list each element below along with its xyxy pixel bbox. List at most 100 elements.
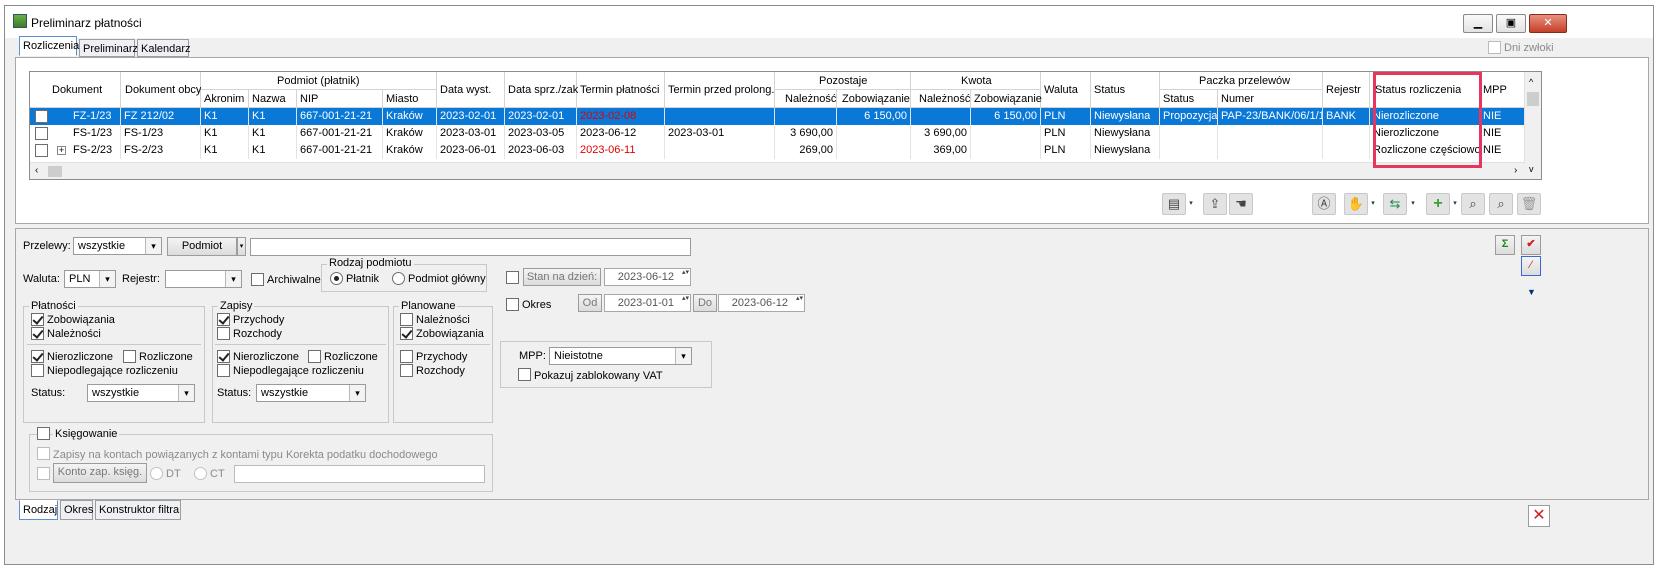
- col-poz-naleznosc[interactable]: Należność: [785, 93, 836, 105]
- chevron-down-icon[interactable]: ▾: [1451, 193, 1459, 215]
- podmiot-dropdown-icon[interactable]: ▾: [237, 237, 246, 256]
- col-data-wyst[interactable]: Data wyst.: [440, 84, 491, 96]
- zap-nierozliczone-checkbox[interactable]: [217, 350, 230, 363]
- tab-rozliczenia[interactable]: Rozliczenia: [19, 36, 79, 56]
- platnik-radio[interactable]: [330, 272, 343, 285]
- expand-icon[interactable]: +: [57, 146, 66, 155]
- chevron-down-icon[interactable]: ▾: [1409, 193, 1417, 215]
- col-mpp[interactable]: MPP: [1483, 84, 1507, 96]
- scroll-left-icon[interactable]: ‹: [35, 165, 38, 176]
- col-rejestr[interactable]: Rejestr: [1326, 84, 1361, 96]
- col-data-sprz[interactable]: Data sprz./zak: [508, 84, 578, 96]
- col-miasto[interactable]: Miasto: [386, 93, 418, 105]
- export-icon[interactable]: ⇪: [1203, 193, 1227, 215]
- od-date-field[interactable]: 2023-01-01: [604, 294, 691, 312]
- auto-icon[interactable]: Ⓐ: [1312, 193, 1336, 215]
- col-dokument[interactable]: Dokument: [52, 84, 102, 96]
- plat-status-select[interactable]: wszystkie ▾: [87, 384, 195, 402]
- sum-icon[interactable]: Σ: [1495, 235, 1515, 255]
- konto-field[interactable]: [234, 465, 485, 483]
- zap-niepodlegajace-checkbox[interactable]: [217, 364, 230, 377]
- mpp-select[interactable]: Nieistotne ▾: [549, 347, 692, 365]
- chevron-down-icon[interactable]: ▾: [1187, 193, 1195, 215]
- podmiot-glowny-radio[interactable]: [392, 272, 405, 285]
- arrow-down-icon[interactable]: ▼: [1527, 288, 1541, 297]
- col-paczka-numer[interactable]: Numer: [1221, 93, 1254, 105]
- plat-zobowiazania-checkbox[interactable]: [31, 313, 44, 326]
- scroll-up-icon[interactable]: ^: [1529, 77, 1533, 87]
- col-paczka-status[interactable]: Status: [1163, 93, 1194, 105]
- stan-na-dzien-checkbox[interactable]: [506, 271, 519, 284]
- row-checkbox[interactable]: [35, 127, 48, 140]
- dni-zwloki-checkbox[interactable]: [1488, 41, 1501, 54]
- col-termin-prolong[interactable]: Termin przed prolong.: [668, 84, 774, 96]
- col-poz-zobowiazanie[interactable]: Zobowiązanie: [842, 93, 910, 105]
- plan-naleznosci-checkbox[interactable]: [400, 313, 413, 326]
- col-kw-naleznosc[interactable]: Należność: [919, 93, 970, 105]
- plan-zobowiazania-checkbox[interactable]: [400, 327, 413, 340]
- konto-zap-ksieg-button[interactable]: Konto zap. księg.: [53, 463, 147, 483]
- col-nip[interactable]: NIP: [300, 93, 318, 105]
- plat-rozliczone-checkbox[interactable]: [123, 350, 136, 363]
- tab-okres[interactable]: Okres: [60, 500, 93, 520]
- minimize-button[interactable]: ▁: [1463, 14, 1493, 33]
- add-icon[interactable]: +: [1426, 193, 1450, 215]
- rejestr-select[interactable]: ▾: [165, 270, 242, 288]
- row-checkbox[interactable]: [35, 144, 48, 157]
- delete-icon[interactable]: 🗑: [1517, 193, 1541, 215]
- scroll-thumb[interactable]: [1527, 92, 1539, 106]
- search-icon[interactable]: ⌕: [1461, 193, 1485, 215]
- ct-radio[interactable]: [194, 467, 207, 480]
- col-kw-zobowiazanie[interactable]: Zobowiązanie: [974, 93, 1042, 105]
- table-row[interactable]: + FS-2/23 FS-2/23 K1 K1 667-001-21-21 Kr…: [30, 142, 1525, 159]
- zap-przychody-checkbox[interactable]: [217, 313, 230, 326]
- pointer-icon[interactable]: ☚: [1229, 193, 1253, 215]
- archiwalne-checkbox[interactable]: [251, 273, 264, 286]
- tab-konstruktor-filtra[interactable]: Konstruktor filtra: [95, 500, 181, 520]
- zoom-icon[interactable]: ⌕: [1489, 193, 1513, 215]
- payments-grid[interactable]: Dokument Dokument obcy Podmiot (płatnik)…: [29, 71, 1542, 180]
- grid-vertical-scrollbar[interactable]: ^ v: [1524, 72, 1541, 179]
- tab-preliminarz[interactable]: Preliminarz: [79, 39, 138, 57]
- row-checkbox[interactable]: [35, 110, 48, 123]
- konto-checkbox[interactable]: [37, 467, 50, 480]
- plat-naleznosci-checkbox[interactable]: [31, 327, 44, 340]
- stan-date-field[interactable]: 2023-06-12: [604, 268, 691, 286]
- chevron-down-icon[interactable]: ▾: [1369, 193, 1377, 215]
- waluta-select[interactable]: PLN ▾: [64, 270, 116, 288]
- tab-rodzaj[interactable]: Rodzaj: [19, 500, 58, 520]
- podmiot-button[interactable]: Podmiot: [167, 237, 237, 256]
- plat-nierozliczone-checkbox[interactable]: [31, 350, 44, 363]
- plan-rozchody-checkbox[interactable]: [400, 364, 413, 377]
- okres-checkbox[interactable]: [506, 298, 519, 311]
- table-row[interactable]: FS-1/23 FS-1/23 K1 K1 667-001-21-21 Krak…: [30, 125, 1525, 142]
- check-icon[interactable]: ✔: [1521, 235, 1541, 255]
- col-akronim[interactable]: Akronim: [204, 93, 244, 105]
- col-status[interactable]: Status: [1094, 84, 1125, 96]
- dt-radio[interactable]: [150, 467, 163, 480]
- przelewy-select[interactable]: wszystkie ▾: [73, 237, 162, 255]
- documents-icon[interactable]: ▤: [1162, 193, 1186, 215]
- pokazuj-vat-checkbox[interactable]: [518, 368, 531, 381]
- hscroll-thumb[interactable]: [48, 166, 62, 177]
- zapisy-korekta-checkbox[interactable]: [37, 447, 50, 460]
- table-row[interactable]: FZ-1/23 FZ 212/02 K1 K1 667-001-21-21 Kr…: [30, 108, 1525, 125]
- scroll-right-icon[interactable]: ›: [1514, 165, 1517, 176]
- ksiegowanie-checkbox[interactable]: [37, 427, 50, 440]
- col-termin[interactable]: Termin płatności: [580, 84, 659, 96]
- tab-kalendarz[interactable]: Kalendarz: [137, 39, 191, 57]
- close-window-button[interactable]: ✕: [1529, 14, 1567, 33]
- zap-rozchody-checkbox[interactable]: [217, 327, 230, 340]
- close-icon[interactable]: ✕: [1528, 505, 1550, 527]
- maximize-button[interactable]: ▣: [1496, 14, 1526, 33]
- plat-niepodlegajace-checkbox[interactable]: [31, 364, 44, 377]
- settle-icon[interactable]: ✋: [1344, 193, 1368, 215]
- plan-przychody-checkbox[interactable]: [400, 350, 413, 363]
- zap-rozliczone-checkbox[interactable]: [308, 350, 321, 363]
- col-nazwa[interactable]: Nazwa: [252, 93, 286, 105]
- do-date-field[interactable]: 2023-06-12: [718, 294, 805, 312]
- col-waluta[interactable]: Waluta: [1044, 84, 1078, 96]
- col-dokument-obcy[interactable]: Dokument obcy: [125, 84, 201, 96]
- grid-horizontal-scrollbar[interactable]: ‹ ›: [30, 162, 1525, 179]
- zap-status-select[interactable]: wszystkie ▾: [256, 384, 366, 402]
